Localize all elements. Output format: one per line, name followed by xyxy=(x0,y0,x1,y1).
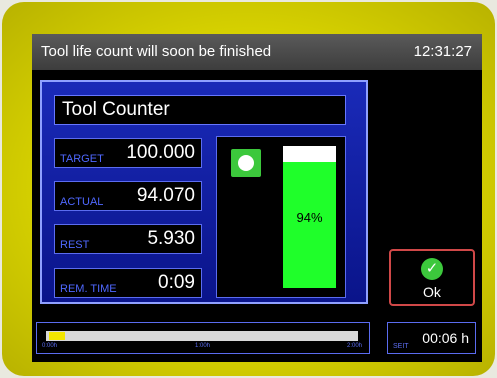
ok-button[interactable]: ✓ Ok xyxy=(389,249,475,306)
title-bar: Tool life count will soon be finished 12… xyxy=(32,34,482,70)
target-field: TARGET 100.000 xyxy=(54,138,202,168)
seit-label: SEIT xyxy=(393,343,409,350)
target-label: TARGET xyxy=(60,153,104,165)
timeline-tick-mid: 1:00h xyxy=(195,343,211,349)
panel-title: Tool Counter xyxy=(54,95,346,125)
ok-label: Ok xyxy=(423,284,441,300)
gauge-percent: 94% xyxy=(296,210,323,225)
actual-field: ACTUAL 94.070 xyxy=(54,181,202,211)
timeline-tick-start: 0:00h xyxy=(42,343,58,349)
rest-field: REST 5.930 xyxy=(54,224,202,254)
seit-value: 00:06 h xyxy=(422,330,469,346)
rem-time-field: REM. TIME 0:09 xyxy=(54,268,202,298)
checkmark-icon: ✓ xyxy=(421,258,443,280)
alert-title: Tool life count will soon be finished xyxy=(41,43,272,60)
actual-value: 94.070 xyxy=(136,185,195,206)
timeline-tick-end: 2:00h xyxy=(347,343,363,349)
rem-time-value: 0:09 xyxy=(158,272,195,293)
seit-display: SEIT 00:06 h xyxy=(387,322,476,354)
rest-label: REST xyxy=(60,239,90,251)
gauge-fill xyxy=(283,162,336,288)
timeline-progress xyxy=(49,332,65,340)
clock: 12:31:27 xyxy=(413,43,472,60)
actual-label: ACTUAL xyxy=(60,196,104,208)
target-value: 100.000 xyxy=(126,142,195,163)
tool-counter-icon xyxy=(231,149,261,177)
rem-time-label: REM. TIME xyxy=(60,283,117,295)
rest-value: 5.930 xyxy=(147,228,195,249)
timeline-track xyxy=(46,331,358,341)
